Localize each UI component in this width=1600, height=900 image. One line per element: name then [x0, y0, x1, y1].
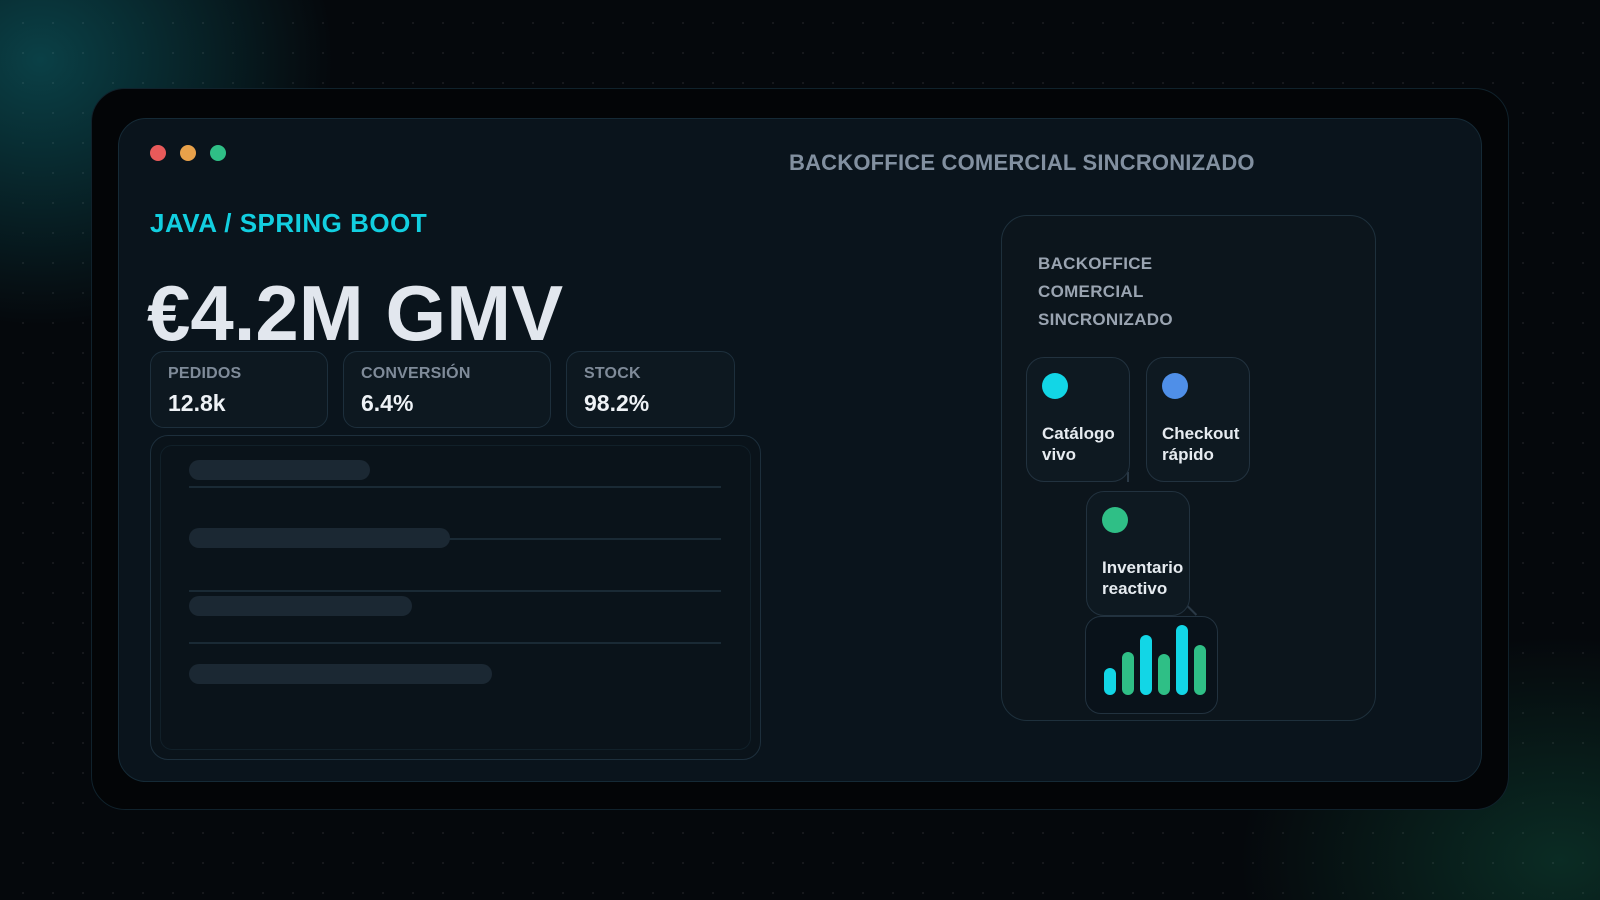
tech-stack-label: JAVA / SPRING BOOT [150, 208, 428, 238]
node-label: Inventario reactivo [1102, 558, 1184, 598]
connector-line [1127, 472, 1129, 482]
minimize-window-button[interactable] [180, 145, 196, 161]
title-line: COMERCIAL [1038, 282, 1144, 301]
background: BACKOFFICE COMERCIAL SINCRONIZADO JAVA /… [0, 0, 1600, 900]
node-checkout-rapido[interactable]: Checkout rápido [1146, 357, 1250, 482]
list-item[interactable] [189, 540, 721, 616]
skeleton-bar [189, 664, 492, 684]
chart-bar [1176, 625, 1188, 695]
stat-value: 98.2% [584, 390, 650, 416]
status-dot-icon [1162, 373, 1188, 399]
gmv-headline: €4.2M GMV [147, 269, 564, 357]
stat-label: PEDIDOS [168, 365, 242, 382]
stat-card-pedidos: PEDIDOS 12.8k [150, 351, 328, 428]
chart-bar [1194, 645, 1206, 695]
stat-value: 12.8k [168, 390, 226, 416]
mini-bar-chart-card [1085, 616, 1218, 714]
stat-card-stock: STOCK 98.2% [566, 351, 735, 428]
node-inventario-reactivo[interactable]: Inventario reactivo [1086, 491, 1190, 616]
stat-label: STOCK [584, 365, 641, 382]
status-dot-icon [1102, 507, 1128, 533]
maximize-window-button[interactable] [210, 145, 226, 161]
node-catalogo-vivo[interactable]: Catálogo vivo [1026, 357, 1130, 482]
title-line: BACKOFFICE [1038, 254, 1153, 273]
window-title: BACKOFFICE COMERCIAL SINCRONIZADO [789, 150, 1255, 175]
list-item[interactable] [189, 436, 721, 488]
close-window-button[interactable] [150, 145, 166, 161]
sync-panel-title: BACKOFFICE COMERCIAL SINCRONIZADO [1038, 250, 1238, 334]
list-item[interactable] [189, 592, 721, 684]
chart-bar [1122, 652, 1134, 695]
node-label: Checkout rápido [1162, 424, 1240, 464]
stat-card-conversion: CONVERSIÓN 6.4% [343, 351, 551, 428]
stat-label: CONVERSIÓN [361, 365, 471, 382]
stat-value: 6.4% [361, 390, 414, 416]
node-label: Catálogo vivo [1042, 424, 1115, 464]
skeleton-bar [189, 460, 370, 480]
chart-bar [1158, 654, 1170, 695]
chart-bar [1140, 635, 1152, 695]
title-line: SINCRONIZADO [1038, 310, 1173, 329]
mini-bar-chart [1104, 625, 1206, 695]
status-dot-icon [1042, 373, 1068, 399]
list-item[interactable] [189, 488, 721, 548]
chart-bar [1104, 668, 1116, 695]
